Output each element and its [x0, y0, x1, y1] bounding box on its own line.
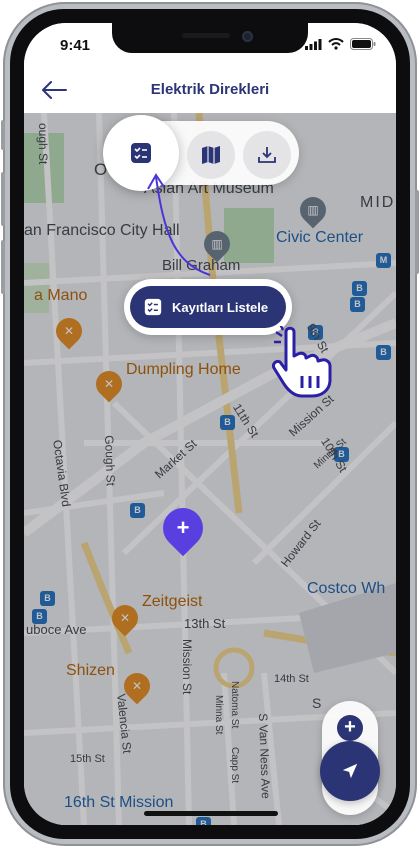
map-label: Costco Wh — [307, 580, 386, 597]
map-label: 13th St — [184, 616, 226, 631]
transit-icon[interactable]: M — [376, 253, 391, 268]
museum-icon: ▥ — [307, 203, 319, 217]
download-tool-button[interactable] — [243, 131, 291, 179]
speaker — [182, 33, 230, 38]
map-label: Civic Center — [276, 229, 364, 246]
volume-up-button — [1, 172, 5, 226]
list-records-tooltip-body[interactable]: Kayıtları Listele — [130, 286, 286, 328]
museum-pin[interactable]: ▥ — [294, 191, 332, 229]
map-label: 14th St — [274, 673, 309, 685]
add-marker-button[interactable]: + — [154, 499, 212, 557]
notch — [112, 23, 308, 53]
map-label: Minna St — [213, 695, 224, 735]
download-icon — [258, 147, 276, 163]
map-label: 15th St — [70, 753, 105, 765]
signal-icon — [305, 38, 322, 50]
hand-pointer-icon — [272, 326, 332, 398]
transit-icon[interactable]: B — [130, 503, 145, 518]
plus-icon: + — [176, 515, 190, 540]
wifi-icon — [328, 38, 344, 50]
map-label: Gough St — [102, 435, 118, 487]
transit-icon[interactable]: B — [352, 281, 367, 296]
volume-down-button — [1, 240, 5, 294]
transit-icon[interactable]: B — [350, 297, 365, 312]
list-icon — [131, 143, 151, 163]
zoom-in-button[interactable]: + — [337, 715, 363, 741]
map-label: a Mano — [34, 287, 88, 304]
home-indicator — [144, 811, 278, 816]
page-title: Elektrik Direkleri — [150, 81, 270, 98]
app-header: Elektrik Direkleri — [24, 67, 396, 113]
navigation-arrow-icon — [342, 763, 358, 779]
map-label: Natoma St — [229, 681, 240, 729]
front-camera — [242, 31, 253, 42]
status-time: 9:41 — [60, 37, 91, 54]
list-records-tooltip[interactable]: Kayıtları Listele — [124, 279, 292, 335]
transit-icon[interactable]: B — [40, 591, 55, 606]
fork-knife-icon: ✕ — [103, 377, 115, 391]
map-label: Capp St — [229, 747, 240, 784]
status-icons — [305, 38, 376, 50]
fork-knife-icon: ✕ — [63, 324, 75, 338]
map-label: 16th St Mission — [64, 794, 174, 811]
battery-icon — [350, 38, 376, 50]
map-label: S — [312, 695, 322, 711]
list-records-label: Kayıtları Listele — [172, 299, 269, 315]
restaurant-pin-dumpling[interactable]: ✕ — [90, 365, 128, 403]
map-label: Mission St — [180, 639, 194, 695]
map-label: ough St — [36, 123, 50, 165]
silent-switch — [1, 120, 5, 150]
transit-icon[interactable]: B — [220, 415, 235, 430]
bar-pin-zeitgeist[interactable]: ✕ — [106, 599, 144, 637]
locate-me-button[interactable] — [320, 741, 380, 801]
map-label: Dumpling Home — [126, 361, 241, 378]
restaurant-pin-a-mano[interactable]: ✕ — [50, 312, 88, 350]
map-label: MID — [360, 194, 396, 211]
map-label: S Van Ness Ave — [256, 713, 273, 800]
map-label: uboce Ave — [26, 622, 87, 637]
hint-arrow — [147, 173, 211, 276]
power-button — [415, 190, 419, 274]
list-icon — [144, 298, 162, 316]
map-label: Zeitgeist — [142, 593, 203, 610]
map-label: Shizen — [66, 662, 115, 679]
transit-icon[interactable]: B — [196, 817, 211, 825]
app-screen: ✕ ✕ ✕ ✕ ▥ ▥ M B B B B B B B B B B ough S… — [24, 23, 396, 825]
glass-icon: ✕ — [119, 611, 131, 625]
transit-icon[interactable]: B — [376, 345, 391, 360]
